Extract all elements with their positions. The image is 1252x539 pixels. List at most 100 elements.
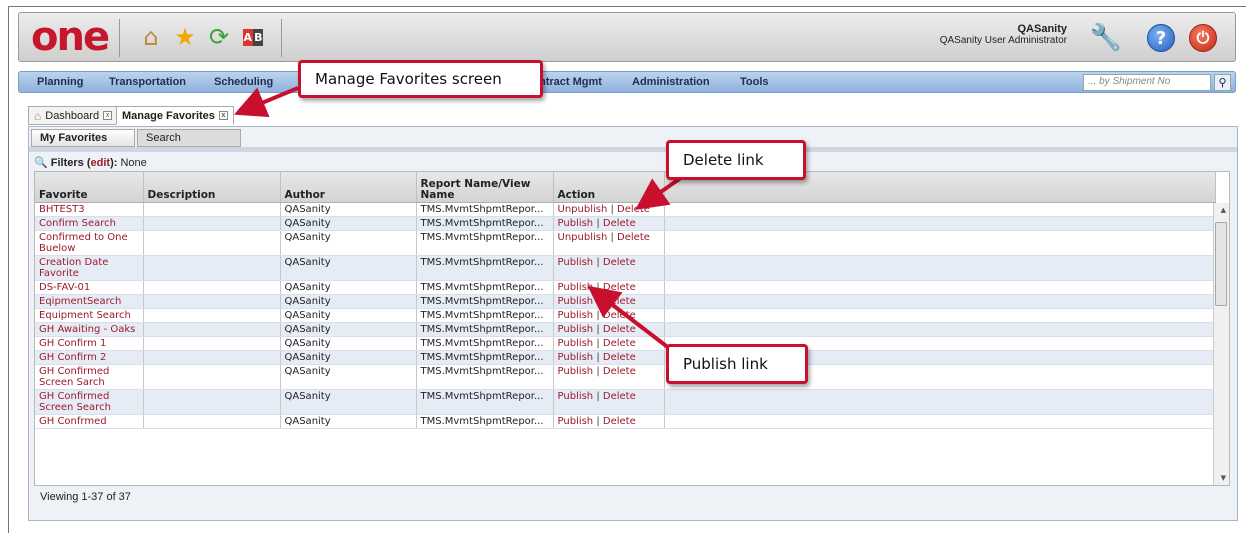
subtab-search[interactable]: Search <box>137 129 241 147</box>
header-divider <box>119 19 120 57</box>
publish-toggle-link[interactable]: Unpublish <box>558 204 608 215</box>
scroll-down-icon[interactable]: ▼ <box>1221 474 1226 482</box>
column-header-description[interactable]: Description <box>143 172 281 203</box>
table-row[interactable]: Equipment Search QASanity TMS.MvmtShpmtRep… <box>35 308 1215 323</box>
search-icon[interactable]: ⚲ <box>1214 74 1231 91</box>
publish-toggle-link[interactable]: Publish <box>558 352 594 363</box>
callout-manage-favorites: Manage Favorites screen <box>298 60 543 98</box>
publish-toggle-link[interactable]: Publish <box>558 310 594 321</box>
filters-label: Filters <box>50 157 84 169</box>
delete-link[interactable]: Delete <box>603 218 636 229</box>
table-row[interactable]: DS-FAV-01 QASanity TMS.MvmtShpmtRepor... Pu… <box>35 280 1215 295</box>
publish-toggle-link[interactable]: Publish <box>558 338 594 349</box>
tab-dashboard[interactable]: ⌂ Dashboard x <box>28 106 119 125</box>
table-row[interactable]: EqipmentSearch QASanity TMS.MvmtShpmtRepor… <box>35 294 1215 309</box>
table-row[interactable]: BHTEST3 QASanity TMS.MvmtShpmtRepor... Unpu… <box>35 202 1215 217</box>
column-header-action[interactable]: Action <box>553 172 665 203</box>
delete-link[interactable]: Delete <box>603 282 636 293</box>
table-row[interactable]: GH Confirmed Screen Sarch QASanity TMS.Mvm… <box>35 364 1215 390</box>
menu-tools[interactable]: Tools <box>740 76 769 88</box>
publish-toggle-link[interactable]: Publish <box>558 391 594 402</box>
delete-link[interactable]: Delete <box>617 204 650 215</box>
column-header-author[interactable]: Author <box>280 172 417 203</box>
close-icon[interactable]: x <box>218 111 228 120</box>
favorite-actions: Publish | Delete <box>553 364 665 390</box>
table-row[interactable]: GH Confirm 2 QASanity TMS.MvmtShpmtRepor..… <box>35 350 1215 365</box>
filler-cell <box>664 280 1215 295</box>
menu-planning[interactable]: Planning <box>37 76 83 88</box>
favorite-actions: Publish | Delete <box>553 336 665 351</box>
subtab-bar <box>29 147 1237 152</box>
filters-edit-link[interactable]: edit <box>91 157 111 169</box>
delete-link[interactable]: Delete <box>603 391 636 402</box>
column-header-report-name[interactable]: Report Name/View Name <box>416 172 554 203</box>
delete-link[interactable]: Delete <box>617 232 650 243</box>
delete-link[interactable]: Delete <box>603 416 636 427</box>
main-menu: Planning Transportation Scheduling ntrac… <box>18 71 1236 93</box>
tab-manage-favorites[interactable]: Manage Favorites x <box>116 106 234 125</box>
publish-toggle-link[interactable]: Publish <box>558 324 594 335</box>
filler-cell <box>664 414 1215 429</box>
delete-link[interactable]: Delete <box>603 352 636 363</box>
favorite-report-name: TMS.MvmtShpmtRepor... <box>416 255 554 281</box>
subtab-my-favorites[interactable]: My Favorites <box>31 129 135 147</box>
table-row[interactable]: Confirm Search QASanity TMS.MvmtShpmtRepor… <box>35 216 1215 231</box>
refresh-icon[interactable]: ⟳ <box>205 23 233 51</box>
table-row[interactable]: Confirmed to One Buelow QASanity TMS.MvmtS… <box>35 230 1215 256</box>
favorite-name-link[interactable]: BHTEST3 <box>35 202 144 217</box>
delete-link[interactable]: Delete <box>603 257 636 268</box>
delete-link[interactable]: Delete <box>603 296 636 307</box>
publish-toggle-link[interactable]: Publish <box>558 282 594 293</box>
menu-contract-mgmt[interactable]: ntract Mgmt <box>539 76 602 88</box>
app-logo[interactable]: one <box>31 17 110 57</box>
favorite-name-link[interactable]: GH Confirm 2 <box>35 350 144 365</box>
action-separator: | <box>593 256 603 268</box>
delete-link[interactable]: Delete <box>603 324 636 335</box>
publish-toggle-link[interactable]: Publish <box>558 366 594 377</box>
delete-link[interactable]: Delete <box>603 338 636 349</box>
scroll-up-icon[interactable]: ▲ <box>1221 206 1226 214</box>
menu-transportation[interactable]: Transportation <box>109 76 186 88</box>
table-row[interactable]: GH Awaiting - Oaks QASanity TMS.MvmtShpmtR… <box>35 322 1215 337</box>
pagination-status: Viewing 1-37 of 37 <box>40 491 131 503</box>
power-icon[interactable]: ⏻ <box>1189 24 1217 52</box>
favorite-name-link[interactable]: Equipment Search <box>35 308 144 323</box>
help-icon[interactable]: ? <box>1147 24 1175 52</box>
header-divider <box>281 19 282 57</box>
table-row[interactable]: GH Confirmed Screen Search QASanity TMS.Mv… <box>35 389 1215 415</box>
favorite-name-link[interactable]: DS-FAV-01 <box>35 280 144 295</box>
favorite-report-name: TMS.MvmtShpmtRepor... <box>416 230 554 256</box>
favorite-name-link[interactable]: Creation Date Favorite <box>35 255 144 281</box>
favorite-name-link[interactable]: GH Confrmed <box>35 414 144 429</box>
column-header-favorite[interactable]: Favorite <box>35 172 144 203</box>
publish-toggle-link[interactable]: Publish <box>558 218 594 229</box>
table-row[interactable]: GH Confrmed QASanity TMS.MvmtShpmtRepor...… <box>35 414 1215 429</box>
menu-scheduling[interactable]: Scheduling <box>214 76 273 88</box>
publish-toggle-link[interactable]: Publish <box>558 416 594 427</box>
favorite-name-link[interactable]: Confirm Search <box>35 216 144 231</box>
shipment-search-input[interactable]: ... by Shipment No <box>1083 74 1211 91</box>
menu-administration[interactable]: Administration <box>632 76 710 88</box>
home-icon[interactable]: ⌂ <box>137 23 165 51</box>
close-icon[interactable]: x <box>103 111 113 120</box>
wrench-icon[interactable]: 🔧 <box>1089 23 1123 53</box>
delete-link[interactable]: Delete <box>603 310 636 321</box>
publish-toggle-link[interactable]: Unpublish <box>558 232 608 243</box>
favorite-name-link[interactable]: GH Confirmed Screen Search <box>35 389 144 415</box>
favorite-name-link[interactable]: Confirmed to One Buelow <box>35 230 144 256</box>
favorite-name-link[interactable]: EqipmentSearch <box>35 294 144 309</box>
favorite-description <box>143 230 281 256</box>
favorite-actions: Unpublish | Delete <box>553 202 665 217</box>
scrollbar-thumb[interactable] <box>1215 222 1227 306</box>
favorite-name-link[interactable]: GH Awaiting - Oaks <box>35 322 144 337</box>
publish-toggle-link[interactable]: Publish <box>558 296 594 307</box>
ab-icon[interactable]: AB <box>239 23 267 51</box>
delete-link[interactable]: Delete <box>603 366 636 377</box>
publish-toggle-link[interactable]: Publish <box>558 257 594 268</box>
star-icon[interactable]: ★ <box>171 23 199 51</box>
favorite-name-link[interactable]: GH Confirm 1 <box>35 336 144 351</box>
table-row[interactable]: Creation Date Favorite QASanity TMS.MvmtSh… <box>35 255 1215 281</box>
favorite-author: QASanity <box>280 308 417 323</box>
favorite-name-link[interactable]: GH Confirmed Screen Sarch <box>35 364 144 390</box>
table-row[interactable]: GH Confirm 1 QASanity TMS.MvmtShpmtRepor..… <box>35 336 1215 351</box>
